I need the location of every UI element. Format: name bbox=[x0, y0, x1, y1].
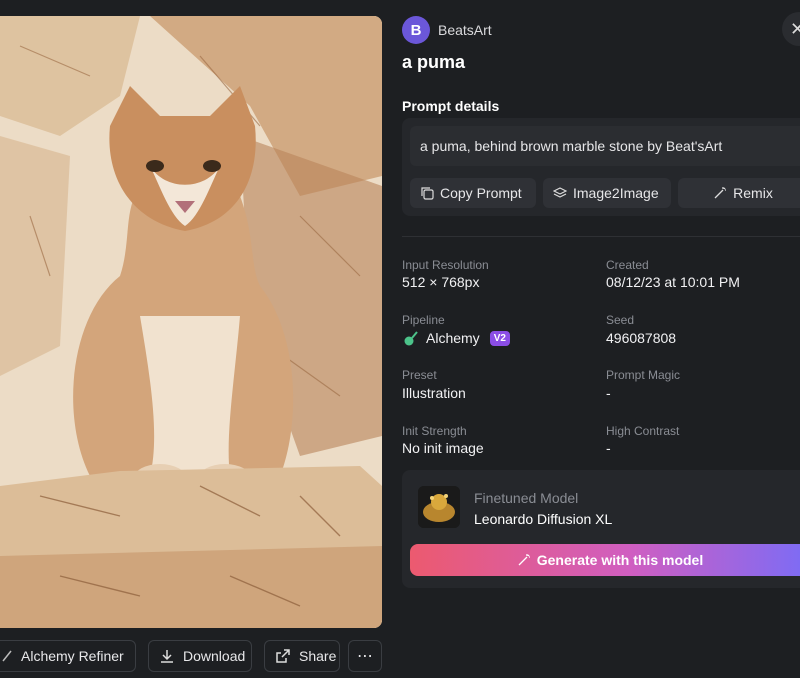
more-icon: ⋯ bbox=[357, 648, 373, 665]
pipeline-version-badge: V2 bbox=[489, 330, 510, 346]
share-label: Share bbox=[299, 648, 337, 664]
prompt-magic-label: Prompt Magic bbox=[606, 368, 681, 382]
created-label: Created bbox=[606, 258, 649, 272]
prompt-details-heading: Prompt details bbox=[402, 98, 500, 114]
image-title: a puma bbox=[402, 52, 466, 72]
author-row[interactable]: B BeatsArt bbox=[402, 16, 492, 44]
download-label: Download bbox=[183, 648, 246, 664]
alchemy-refiner-button[interactable]: Alchemy Refiner bbox=[0, 640, 136, 672]
puma-illustration bbox=[0, 16, 382, 628]
init-strength-label: Init Strength bbox=[402, 424, 467, 438]
share-icon bbox=[276, 649, 290, 663]
model-box: Finetuned Model Leonardo Diffusion XL Ge… bbox=[402, 470, 800, 588]
wand-icon bbox=[2, 650, 12, 662]
copy-prompt-button[interactable]: Copy Prompt bbox=[410, 178, 536, 208]
avatar: B bbox=[402, 16, 430, 44]
generated-image[interactable] bbox=[0, 16, 382, 628]
close-icon: ✕ bbox=[790, 18, 800, 39]
input-resolution-label: Input Resolution bbox=[402, 258, 489, 272]
copy-prompt-label: Copy Prompt bbox=[440, 185, 522, 201]
high-contrast-label: High Contrast bbox=[606, 424, 680, 438]
prompt-box: a puma, behind brown marble stone by Bea… bbox=[402, 118, 800, 216]
model-name[interactable]: Leonardo Diffusion XL bbox=[474, 511, 612, 527]
preset-label: Preset bbox=[402, 368, 437, 382]
close-button[interactable]: ✕ bbox=[782, 12, 800, 46]
generate-with-model-button[interactable]: Generate with this model bbox=[410, 544, 800, 576]
pipeline-row: Alchemy V2 bbox=[402, 329, 510, 347]
model-thumbnail bbox=[418, 486, 460, 528]
created-value: 08/12/23 at 10:01 PM bbox=[606, 274, 740, 290]
share-button[interactable]: Share bbox=[264, 640, 340, 672]
flask-icon bbox=[404, 331, 418, 346]
image2image-button[interactable]: Image2Image bbox=[543, 178, 671, 208]
preset-value: Illustration bbox=[402, 385, 466, 401]
copy-icon bbox=[421, 187, 434, 200]
layers-icon bbox=[553, 187, 567, 198]
username: BeatsArt bbox=[438, 22, 492, 38]
input-resolution-value: 512 × 768px bbox=[402, 274, 480, 290]
model-label: Finetuned Model bbox=[474, 490, 579, 506]
more-options-button[interactable]: ⋯ bbox=[348, 640, 382, 672]
model-thumbnail-image bbox=[418, 486, 460, 528]
remix-label: Remix bbox=[733, 185, 773, 201]
prompt-text: a puma, behind brown marble stone by Bea… bbox=[410, 126, 800, 166]
high-contrast-value: - bbox=[606, 440, 611, 456]
download-button[interactable]: Download bbox=[148, 640, 252, 672]
image2image-label: Image2Image bbox=[573, 185, 659, 201]
pipeline-label: Pipeline bbox=[402, 313, 445, 327]
remix-button[interactable]: Remix bbox=[678, 178, 800, 208]
pipeline-value: Alchemy bbox=[426, 330, 480, 346]
divider bbox=[402, 236, 800, 237]
seed-value: 496087808 bbox=[606, 330, 677, 346]
seed-label: Seed bbox=[606, 313, 635, 327]
download-icon bbox=[161, 650, 173, 663]
details-panel: B BeatsArt ✕ a puma Prompt details a pum… bbox=[402, 0, 800, 678]
generate-label: Generate with this model bbox=[536, 552, 704, 568]
prompt-magic-value: - bbox=[606, 385, 611, 401]
alchemy-refiner-label: Alchemy Refiner bbox=[21, 648, 124, 664]
magic-wand-icon bbox=[518, 554, 530, 566]
magic-wand-icon bbox=[714, 187, 727, 199]
init-strength-value: No init image bbox=[402, 440, 484, 456]
